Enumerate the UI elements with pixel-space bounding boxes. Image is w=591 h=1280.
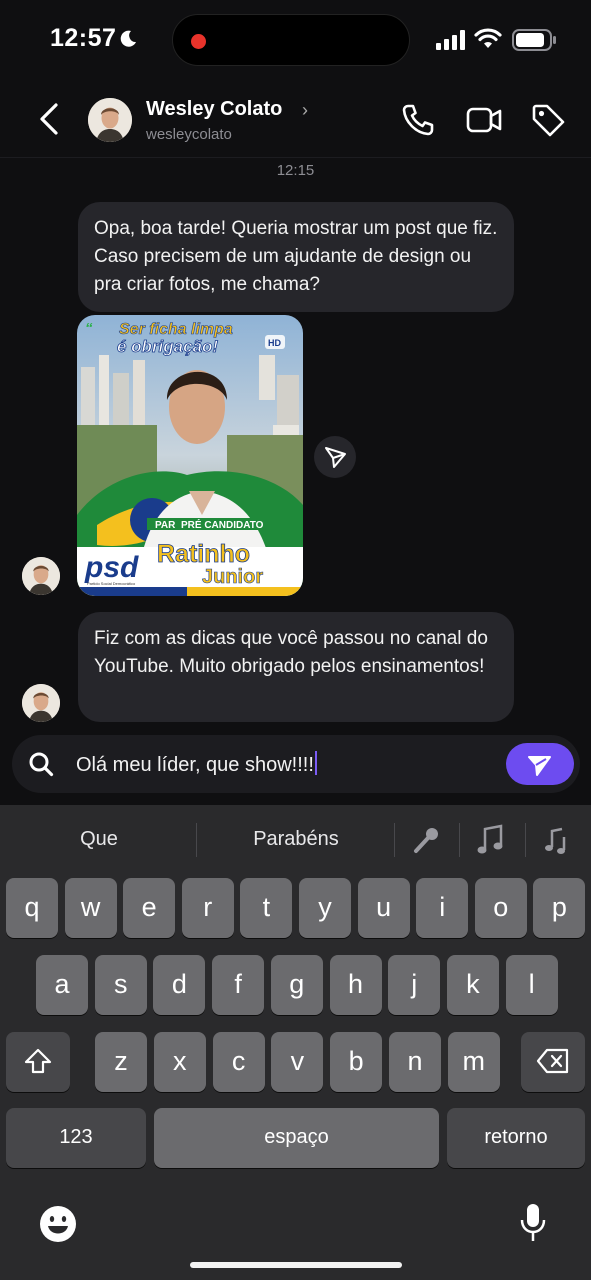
key-d[interactable]: d [153, 955, 206, 1015]
key-h[interactable]: h [329, 955, 382, 1015]
return-key[interactable]: retorno [447, 1108, 585, 1168]
chevron-right-icon[interactable]: › [302, 100, 308, 121]
post-headline-1: Ser ficha limpa [119, 321, 233, 338]
post-tag-prefix: PAR [155, 520, 176, 531]
key-t[interactable]: t [240, 878, 293, 938]
key-x[interactable]: x [153, 1032, 206, 1092]
tag-icon[interactable] [530, 102, 566, 138]
dynamic-island [172, 14, 410, 66]
key-k[interactable]: k [446, 955, 499, 1015]
contact-name[interactable]: Wesley Colato [146, 98, 282, 121]
battery-icon [512, 29, 556, 51]
sender-avatar[interactable] [22, 557, 60, 595]
music-note-icon[interactable] [475, 823, 507, 857]
backspace-icon [536, 1048, 569, 1074]
keyboard: Que Parabéns 123 espaço retorno q w e r … [0, 805, 591, 1280]
post-party-subtitle: Partido Social Democrático [87, 581, 136, 586]
key-m[interactable]: m [447, 1032, 500, 1092]
key-n[interactable]: n [389, 1032, 441, 1092]
status-bar: 12:57 [0, 0, 591, 80]
microphone-emoji-icon[interactable] [410, 825, 442, 857]
key-s[interactable]: s [94, 955, 147, 1015]
dictation-microphone-icon[interactable] [518, 1202, 548, 1244]
back-chevron-icon[interactable] [36, 102, 62, 136]
space-key[interactable]: espaço [154, 1108, 439, 1168]
key-p[interactable]: p [533, 878, 586, 938]
post-quote-mark: “ [85, 320, 93, 337]
emoji-icon[interactable] [38, 1204, 78, 1244]
key-b[interactable]: b [330, 1032, 383, 1092]
suggestion-divider [459, 823, 460, 857]
video-call-icon[interactable] [466, 102, 502, 138]
suggestion-2[interactable]: Parabéns [206, 805, 386, 873]
chat-header: Wesley Colato › wesleycolato [0, 80, 591, 158]
key-j[interactable]: j [388, 955, 441, 1015]
suggestion-divider [525, 823, 526, 857]
key-i[interactable]: i [416, 878, 469, 938]
post-tag: PRÉ CANDIDATO [181, 518, 264, 531]
key-q[interactable]: q [6, 878, 58, 938]
key-o[interactable]: o [474, 878, 527, 938]
suggestion-divider [196, 823, 197, 857]
message-composer[interactable]: Olá meu líder, que show!!!! [12, 735, 580, 793]
shift-key[interactable] [6, 1032, 70, 1092]
share-button[interactable] [314, 436, 356, 478]
search-icon[interactable] [28, 751, 54, 777]
numbers-key[interactable]: 123 [6, 1108, 146, 1168]
key-w[interactable]: w [64, 878, 117, 938]
focus-moon-icon [120, 30, 136, 47]
contact-avatar[interactable] [88, 98, 132, 142]
post-candidate-name-2: Junior [202, 566, 263, 588]
message-bubble[interactable]: Opa, boa tarde! Queria mostrar um post q… [78, 202, 514, 312]
suggestion-1[interactable]: Que [14, 805, 184, 873]
status-time: 12:57 [50, 24, 117, 52]
send-icon [528, 756, 551, 776]
message-bubble[interactable]: Fiz com as dicas que você passou no cana… [78, 612, 514, 722]
key-u[interactable]: u [357, 878, 410, 938]
text-caret [314, 751, 317, 775]
shared-post-image[interactable]: “ Ser ficha limpa é obrigação! HD PAR PR… [77, 315, 303, 596]
message-input[interactable]: Olá meu líder, que show!!!! [76, 751, 317, 777]
sender-avatar[interactable] [22, 684, 60, 722]
music-notes-icon[interactable] [540, 823, 574, 857]
send-arrow-icon [325, 447, 346, 468]
cellular-signal-icon [436, 30, 465, 50]
key-e[interactable]: e [123, 878, 176, 938]
suggestion-divider [394, 823, 395, 857]
send-button[interactable] [506, 743, 574, 785]
message-input-value: Olá meu líder, que show!!!! [76, 754, 314, 776]
phone-call-icon[interactable] [400, 102, 436, 138]
post-badge: HD [268, 338, 281, 348]
key-r[interactable]: r [181, 878, 234, 938]
key-l[interactable]: l [505, 955, 558, 1015]
key-f[interactable]: f [212, 955, 265, 1015]
key-y[interactable]: y [299, 878, 351, 938]
post-candidate-name-1: Ratinho [157, 540, 250, 568]
backspace-key[interactable] [521, 1032, 585, 1092]
post-party-logo: psd [84, 551, 139, 584]
key-g[interactable]: g [270, 955, 323, 1015]
shift-arrow-icon [24, 1048, 52, 1074]
key-v[interactable]: v [271, 1032, 324, 1092]
home-indicator [190, 1262, 402, 1268]
post-headline-2: é obrigação! [117, 337, 218, 356]
key-a[interactable]: a [36, 955, 88, 1015]
recording-dot-icon [191, 34, 206, 49]
key-c[interactable]: c [212, 1032, 265, 1092]
contact-username: wesleycolato [146, 126, 232, 143]
wifi-icon [474, 28, 502, 48]
key-z[interactable]: z [95, 1032, 147, 1092]
message-timestamp: 12:15 [276, 162, 315, 179]
